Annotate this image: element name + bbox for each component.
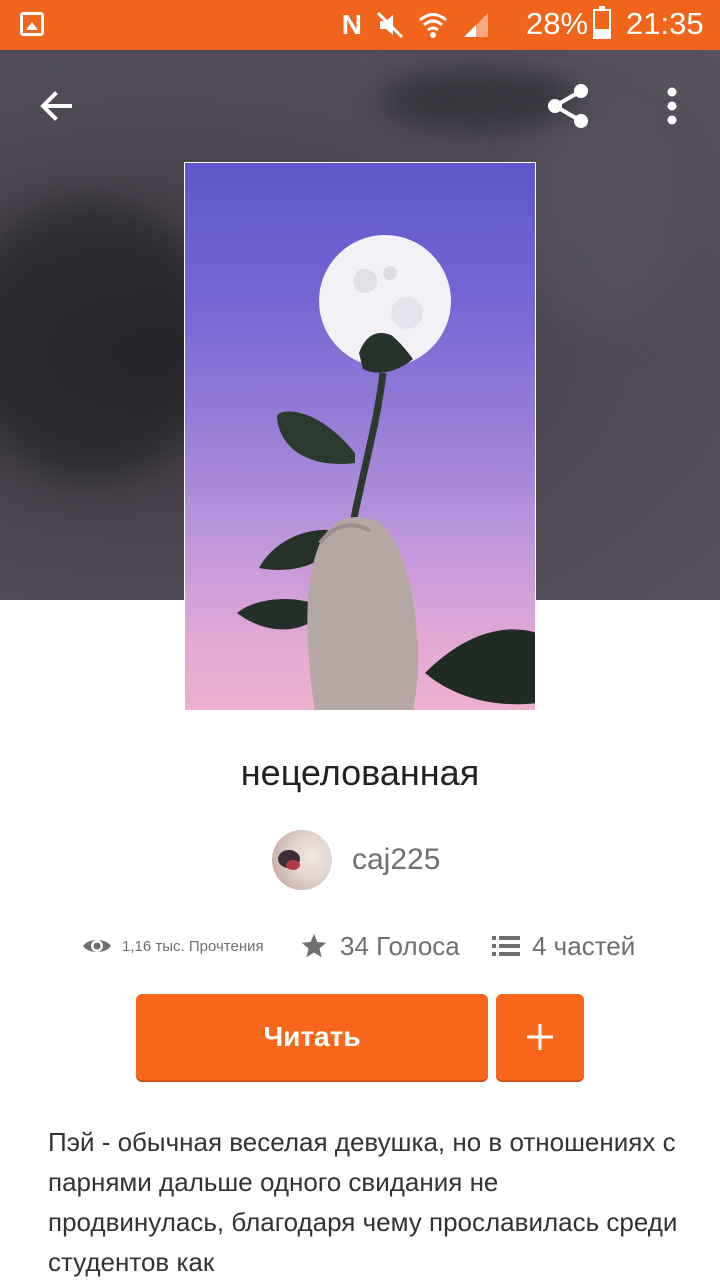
arrow-back-icon	[40, 91, 72, 121]
clock: 21:35	[626, 6, 704, 41]
parts-stat: 4 частей	[492, 926, 635, 966]
story-cover-image[interactable]	[184, 162, 536, 711]
author-link[interactable]: caj225	[272, 830, 440, 890]
gallery-notification-icon	[20, 12, 44, 36]
wifi-icon	[419, 13, 447, 38]
share-icon	[548, 84, 588, 128]
avatar[interactable]	[272, 830, 332, 890]
battery-icon	[593, 6, 611, 39]
reads-stat: 1,16 тыс. Прочтения	[82, 926, 264, 966]
plus-icon	[527, 1024, 553, 1050]
author-name[interactable]: caj225	[352, 843, 440, 877]
story-description: Пэй - обычная веселая девушка, но в отно…	[48, 1127, 678, 1277]
add-to-library-button[interactable]	[496, 994, 584, 1082]
mute-icon	[376, 11, 404, 39]
star-icon	[301, 933, 327, 958]
nfc-icon: N	[341, 9, 362, 40]
status-bar: N 28% 21:35	[0, 0, 720, 50]
list-icon	[492, 936, 520, 956]
eye-icon	[83, 940, 111, 952]
more-vert-icon	[667, 87, 677, 125]
reads-count: 1,16 тыс. Прочтения	[122, 937, 264, 955]
parts-count: 4 частей	[532, 930, 636, 961]
share-button[interactable]	[538, 76, 598, 136]
signal-icon	[464, 13, 488, 37]
story-title: нецелованная	[240, 752, 480, 793]
story-stats: 1,16 тыс. Прочтения 34 Голоса 4 частей	[0, 926, 720, 966]
votes-count: 34 Голоса	[340, 930, 460, 961]
more-options-button[interactable]	[642, 76, 702, 136]
status-icons: N	[342, 8, 490, 42]
read-button[interactable]: Читать	[136, 994, 488, 1082]
votes-stat: 34 Голоса	[300, 926, 460, 966]
battery-percent: 28%	[526, 6, 589, 41]
back-button[interactable]	[26, 76, 86, 136]
